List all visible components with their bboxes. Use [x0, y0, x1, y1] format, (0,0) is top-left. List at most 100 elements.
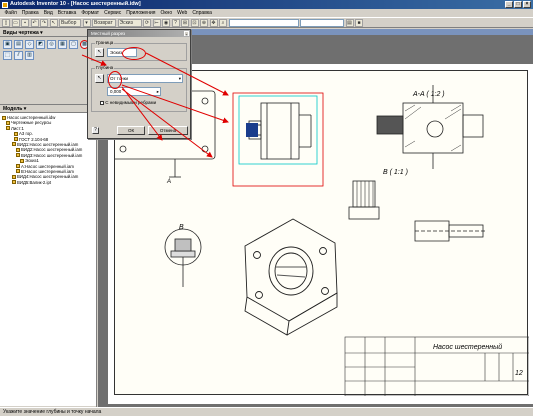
inventor-window: Autodesk Inventor 10 - [Насос шестеренны…: [0, 0, 533, 416]
draft-view-icon[interactable]: ▢: [69, 40, 78, 49]
menu-help[interactable]: Справка: [190, 9, 215, 17]
tree-item-label: ВИД4:Насос шестеренный.iam: [17, 174, 79, 180]
inventor-app-icon: [2, 1, 8, 8]
boundary-select-icon[interactable]: ↖: [95, 48, 104, 57]
select-button[interactable]: Выбор: [59, 18, 81, 27]
update-icon[interactable]: ⟳: [143, 18, 151, 27]
tree-item-label: Насос шестеренный.idw: [7, 115, 56, 120]
window-title: Autodesk Inventor 10 - [Насос шестеренны…: [10, 1, 141, 7]
tree-item-label: A:Насос шестеренный.iam: [21, 163, 74, 169]
menu-window[interactable]: Окно: [158, 9, 175, 17]
detail-view-b[interactable]: [348, 180, 485, 242]
detail-callout-b[interactable]: [164, 228, 202, 287]
web-icon[interactable]: ◉: [162, 18, 170, 27]
tree-item-label: ВИД2:Насос шестеренный.iam: [21, 147, 83, 153]
checkbox-box-icon: [100, 100, 104, 105]
auxiliary-view-icon[interactable]: ◇: [25, 40, 34, 49]
tree-item-view5[interactable]: ВИД5:Валик-2.ipt: [0, 180, 96, 185]
title-bar: Autodesk Inventor 10 - [Насос шестеренны…: [0, 0, 533, 9]
depth-group: Глубина ↖ От точки ▾ 0,000 ▸ С невидимыми …: [91, 65, 187, 112]
tree-item-label: A3 гор.: [19, 131, 33, 137]
chevron-down-icon: ▾: [178, 76, 181, 81]
detail-b-label: B ( 1:1 ): [383, 169, 408, 176]
sheet-icon: [6, 126, 10, 131]
slice-view-icon[interactable]: ▥: [25, 51, 34, 60]
drawing-views-panel-header[interactable]: Виды чертежа ▾: [0, 29, 96, 37]
checkbox-label: С невидимыми ребрами: [105, 100, 157, 105]
border-icon: [14, 131, 18, 136]
minimize-button[interactable]: _: [505, 1, 513, 8]
overlay-view-icon[interactable]: ▦: [58, 40, 67, 49]
zoom-window-icon[interactable]: ⊡: [190, 18, 199, 27]
base-view-icon[interactable]: ▣: [3, 40, 12, 49]
model-browser: Модель ▾ Насос шестеренный.idw Чертежные…: [0, 104, 96, 406]
save-icon[interactable]: ▪: [21, 18, 29, 27]
depth-label: Глубина: [95, 65, 115, 71]
drawing-icon: [2, 115, 6, 120]
crop-view-icon[interactable]: ⬚: [3, 51, 12, 60]
zoom-select-icon[interactable]: ⌕: [219, 18, 227, 27]
tree-item-label: ВИД1:Насос шестеренный.iam: [17, 141, 79, 147]
depth-highlight-ring: [108, 71, 122, 89]
depth-value: 0,000: [110, 89, 122, 94]
spinner-arrow-icon: ▸: [156, 89, 159, 94]
folder-icon: [6, 120, 10, 125]
menu-edit[interactable]: Правка: [19, 9, 41, 17]
ok-button[interactable]: ОК: [117, 126, 145, 135]
dropdown-arrow-icon[interactable]: ▾: [82, 18, 91, 27]
sketch-icon: [20, 158, 24, 163]
measure-icon[interactable]: ⊢: [152, 18, 161, 27]
tree-item-label: ВИД3:Насос шестеренный.iam: [21, 152, 83, 158]
left-panel: Виды чертежа ▾ ▣ ▤ ◇ ◩ ◎ ▦ ▢ ▩ ⬚ ⫽ ▥ Мод…: [0, 29, 97, 407]
open-icon[interactable]: ▭: [11, 18, 20, 27]
format-icon[interactable]: ▤: [345, 18, 354, 27]
dialog-close-button[interactable]: ×: [184, 31, 189, 37]
break-out-target-view[interactable]: [232, 92, 324, 187]
menu-applications[interactable]: Приложения: [124, 9, 158, 17]
sketch-button[interactable]: Эскиз: [117, 18, 142, 27]
boundary-label: Граница: [95, 40, 115, 46]
tree-item-label: Эскиз1: [25, 158, 39, 164]
break-view-icon[interactable]: ⫽: [14, 51, 23, 60]
break-out-dialog: Местный разрез × Граница ↖ Эскиз Глубина…: [87, 29, 191, 139]
view-icon: [16, 153, 20, 158]
return-button[interactable]: Возврат: [92, 18, 116, 27]
style-combo[interactable]: [228, 18, 299, 27]
pointer-icon[interactable]: ↖: [49, 18, 58, 27]
help-icon[interactable]: ?: [171, 18, 180, 27]
dialog-help-icon[interactable]: ?: [92, 127, 99, 134]
tree-item-label: ВИД5:Валик-2.ipt: [17, 179, 52, 185]
layer-combo[interactable]: [300, 18, 344, 27]
zoom-icon[interactable]: ⊕: [200, 18, 208, 27]
depth-point-icon[interactable]: ↖: [95, 74, 104, 83]
menu-web[interactable]: Web: [175, 9, 190, 17]
standard-toolbar: ▯ ▭ ▪ ↶ ↷ ↖ Выбор ▾ Возврат Эскиз ⟳ ⊢ ◉ …: [0, 17, 533, 28]
menu-insert[interactable]: Вставка: [55, 9, 79, 17]
view-icon: [16, 169, 20, 174]
undo-icon[interactable]: ↶: [30, 18, 39, 27]
detail-view-icon[interactable]: ◎: [47, 40, 56, 49]
cancel-button[interactable]: Отмена: [148, 126, 188, 135]
new-icon[interactable]: ▯: [2, 18, 10, 27]
zoom-all-icon[interactable]: ⊞: [181, 18, 189, 27]
dialog-title: Местный разрез: [88, 30, 190, 37]
label-a: A: [166, 179, 171, 185]
menu-tools[interactable]: Сервис: [102, 9, 124, 17]
hidden-edges-checkbox[interactable]: С невидимыми ребрами: [100, 100, 156, 106]
tree-item-label: Чертежные ресурсы: [11, 120, 52, 126]
menu-format[interactable]: Формат: [79, 9, 102, 17]
menu-file[interactable]: Файл: [2, 9, 19, 17]
drawing-views-panel: ▣ ▤ ◇ ◩ ◎ ▦ ▢ ▩ ⬚ ⫽ ▥: [0, 37, 96, 63]
section-view-icon[interactable]: ◩: [36, 40, 45, 49]
boundary-value: Эскиз: [110, 50, 123, 55]
color-icon[interactable]: ■: [355, 18, 363, 27]
close-button[interactable]: ×: [523, 1, 531, 8]
projected-view-icon[interactable]: ▤: [14, 40, 23, 49]
pan-icon[interactable]: ✥: [209, 18, 218, 27]
menu-view[interactable]: Вид: [41, 9, 55, 17]
status-bar: Укажите значение глубины и точку начала: [0, 407, 533, 416]
redo-icon[interactable]: ↷: [40, 18, 48, 27]
isometric-view[interactable]: [244, 218, 338, 336]
maximize-button[interactable]: □: [514, 1, 522, 8]
model-browser-header[interactable]: Модель ▾: [0, 105, 96, 113]
